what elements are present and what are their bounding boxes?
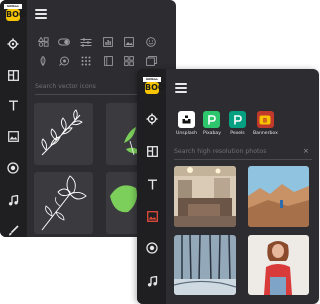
layout-icon[interactable] bbox=[6, 68, 20, 82]
dots-grid-icon[interactable] bbox=[80, 56, 92, 66]
source-label: Unsplash bbox=[176, 131, 197, 136]
source-pixabay[interactable]: Pixabay bbox=[203, 111, 221, 136]
text-icon[interactable] bbox=[145, 177, 159, 191]
text-icon[interactable] bbox=[6, 98, 20, 112]
source-bannerbox[interactable]: B Bannerbox bbox=[253, 111, 278, 136]
photo-result[interactable] bbox=[248, 166, 309, 227]
brush-icon[interactable] bbox=[6, 224, 20, 236]
menu-icon[interactable] bbox=[35, 9, 47, 19]
winter-forest-photo bbox=[174, 235, 236, 295]
bannerbox-icon: B bbox=[256, 111, 274, 128]
app-logo[interactable]: biliboo BOO bbox=[143, 77, 165, 94]
photos-window: biliboo BOO Unsplash Pixabay Pexels B Ba… bbox=[137, 69, 319, 304]
image-icon[interactable] bbox=[145, 209, 159, 223]
sliders-icon[interactable] bbox=[80, 37, 92, 47]
svg-text:B: B bbox=[263, 117, 268, 124]
leaf-icon[interactable] bbox=[37, 56, 49, 66]
search-underline bbox=[174, 159, 312, 160]
target-icon[interactable] bbox=[58, 56, 70, 66]
unsplash-icon bbox=[177, 111, 195, 128]
logo-mark: BOO bbox=[6, 9, 26, 21]
image-icon[interactable] bbox=[6, 129, 20, 143]
vector-search-input[interactable]: Search vector icons bbox=[35, 83, 96, 90]
flower-sketch-illustration bbox=[41, 175, 87, 231]
source-label: Pixabay bbox=[203, 131, 221, 136]
gallery-icon[interactable] bbox=[145, 56, 157, 66]
source-unsplash[interactable]: Unsplash bbox=[176, 111, 197, 136]
book-icon[interactable] bbox=[102, 56, 114, 66]
pexels-icon bbox=[229, 111, 246, 128]
grid-icon[interactable] bbox=[123, 56, 135, 66]
clear-search-icon[interactable]: × bbox=[303, 147, 309, 155]
layout-icon[interactable] bbox=[145, 144, 159, 158]
source-label: Pexels bbox=[230, 131, 245, 136]
source-pexels[interactable]: Pexels bbox=[229, 111, 246, 136]
settings-icon[interactable] bbox=[6, 37, 20, 51]
portrait-photo bbox=[248, 235, 309, 295]
emoji-icon[interactable] bbox=[145, 37, 157, 47]
app-logo[interactable]: biliboo BOO bbox=[4, 4, 26, 21]
record-icon[interactable] bbox=[145, 241, 159, 255]
music-icon[interactable] bbox=[145, 274, 159, 288]
shapes-icon[interactable] bbox=[37, 37, 49, 47]
pixabay-icon bbox=[203, 111, 221, 128]
menu-icon[interactable] bbox=[175, 83, 187, 93]
photo-result[interactable] bbox=[174, 235, 236, 295]
vector-tile[interactable] bbox=[34, 103, 93, 165]
vector-tile[interactable] bbox=[34, 172, 93, 234]
picture-icon[interactable] bbox=[123, 37, 135, 47]
source-label: Bannerbox bbox=[253, 131, 278, 136]
photo-result[interactable] bbox=[248, 235, 309, 295]
photo-result[interactable] bbox=[174, 166, 236, 227]
toggle-icon[interactable] bbox=[58, 37, 70, 47]
record-icon[interactable] bbox=[6, 161, 20, 175]
music-icon[interactable] bbox=[6, 193, 20, 207]
logo-mark: BOO bbox=[145, 82, 165, 94]
settings-icon[interactable] bbox=[145, 112, 159, 126]
olive-branch-illustration bbox=[41, 109, 83, 156]
bar-chart-icon[interactable] bbox=[102, 37, 114, 47]
photo-search-input[interactable]: Search high resolution photos bbox=[174, 148, 266, 155]
interior-photo bbox=[174, 166, 236, 227]
desert-photo bbox=[248, 166, 309, 227]
